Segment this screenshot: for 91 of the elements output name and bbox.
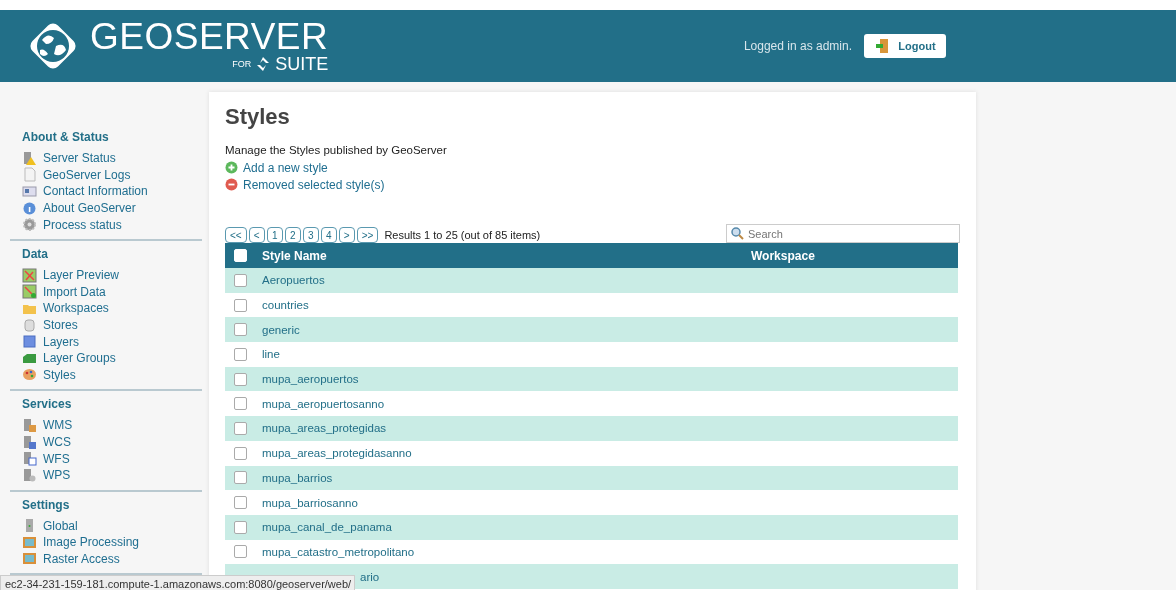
add-style-link[interactable]: Add a new style [225,159,960,176]
sidebar-link[interactable]: About GeoServer [22,199,202,217]
row-checkbox[interactable] [234,496,247,510]
server-map-icon [22,417,37,433]
row-checkbox[interactable] [234,347,247,361]
sidebar-heading: Settings [22,497,71,512]
row-checkbox[interactable] [234,323,247,337]
sidebar-link[interactable]: Layers [22,333,202,350]
document-icon [22,167,37,183]
map-icon [22,267,37,283]
sidebar-link[interactable]: Layer Groups [22,349,202,367]
row-checkbox[interactable] [234,421,247,435]
style-name-link[interactable]: mupa_barriosanno [262,496,358,509]
style-name-link[interactable]: mupa_catastro_metropolitano [262,545,415,558]
pager-button[interactable]: 2 [284,227,301,243]
sidebar-link[interactable]: Server Status [22,150,202,167]
results-summary: Results 1 to 25 (out of 85 items) [384,229,541,241]
sidebar-link[interactable]: WCS [22,433,202,451]
sidebar-link[interactable]: Global [22,517,202,535]
row-checkbox[interactable] [234,298,247,312]
row-checkbox[interactable] [234,397,247,411]
sidebar-heading: About & Status [22,130,110,144]
style-name-link[interactable]: mupa_canal_de_panama [262,521,392,534]
column-header[interactable]: Style Name [262,243,751,268]
sidebar-link[interactable]: WFS [22,450,202,467]
sidebar-link[interactable]: Raster Access [22,550,202,568]
row-checkbox[interactable] [234,471,247,485]
image-icon [22,551,37,567]
map-import-icon [22,284,37,300]
login-status: Logged in as admin. [743,39,852,53]
row-checkbox[interactable] [234,446,247,460]
row-checkbox[interactable] [234,545,247,559]
sidebar-link[interactable]: Styles [22,366,202,384]
page-description: Manage the Styles published by GeoServer [225,144,448,156]
style-name-link[interactable]: mupa_barrios [262,471,333,484]
style-name-link[interactable]: mupa_aeropuertos [262,373,359,386]
pager-button[interactable]: << [225,227,247,243]
style-name-link[interactable]: countries [262,299,309,312]
select-all-checkbox[interactable] [234,249,247,262]
sidebar-link[interactable]: WMS [22,417,202,434]
url-tooltip: ec2-34-231-159-181.compute-1.amazonaws.com:8080/geoserver/web/ [0,575,355,590]
sidebar-link[interactable]: Import Data [22,283,202,301]
server-grid-icon [22,434,37,450]
pager-button[interactable]: >> [356,227,379,243]
style-name-link[interactable]: generic [262,323,300,336]
gear-icon [22,217,37,233]
logout-button[interactable]: Logout [864,34,946,58]
plus-icon [225,161,238,174]
style-name-link[interactable]: line [262,348,280,361]
palette-icon [22,367,37,383]
sidebar-link[interactable]: Layer Preview [22,266,202,284]
server-feature-icon [22,451,37,467]
layer-icon [22,334,37,350]
row-checkbox[interactable] [234,273,247,287]
style-name-link[interactable]: Aeropuertos [262,274,325,287]
pager-button[interactable]: > [338,227,355,243]
sidebar-link[interactable]: Contact Information [22,183,202,200]
sidebar-link[interactable]: Image Processing [22,534,202,551]
search-field[interactable]: Search [726,224,960,243]
database-icon [22,317,37,333]
style-name-link[interactable]: mupa_areas_protegidas [262,422,387,435]
column-header[interactable]: Workspace [751,243,958,268]
style-name-link[interactable]: mupa_areas_protegidasanno [262,447,412,460]
pager-button[interactable]: 1 [266,227,283,243]
sidebar-link[interactable]: Workspaces [22,300,202,317]
image-icon [22,534,37,550]
logo-for-text: FOR [232,59,252,69]
sidebar-link[interactable]: WPS [22,466,202,484]
info-icon [22,200,37,216]
sidebar-link[interactable]: GeoServer Logs [22,166,202,184]
swirl-logo-icon [255,56,272,72]
logo-text: GEOSERVER [90,17,329,56]
style-name-link[interactable]: ario [360,570,380,583]
minus-icon [225,178,238,191]
row-checkbox[interactable] [234,372,247,386]
logo-suite-text: SUITE [275,53,329,75]
row-checkbox[interactable] [234,520,247,534]
sidebar-link[interactable]: Process status [22,216,202,233]
sidebar-heading: Services [22,397,73,412]
remove-styles-link[interactable]: Removed selected style(s) [225,176,960,193]
server-warning-icon [22,150,37,166]
contact-card-icon [22,184,37,199]
style-name-link[interactable]: mupa_aeropuertosanno [262,397,385,410]
pager-button[interactable]: 4 [320,227,337,243]
page-title: Styles [225,104,291,130]
pager-button[interactable]: < [248,227,265,243]
server-gear-icon [22,467,37,483]
sidebar-link[interactable]: Stores [22,316,202,334]
pager-button[interactable]: 3 [302,227,319,243]
sidebar-heading: Data [22,246,49,261]
door-icon [874,38,891,54]
